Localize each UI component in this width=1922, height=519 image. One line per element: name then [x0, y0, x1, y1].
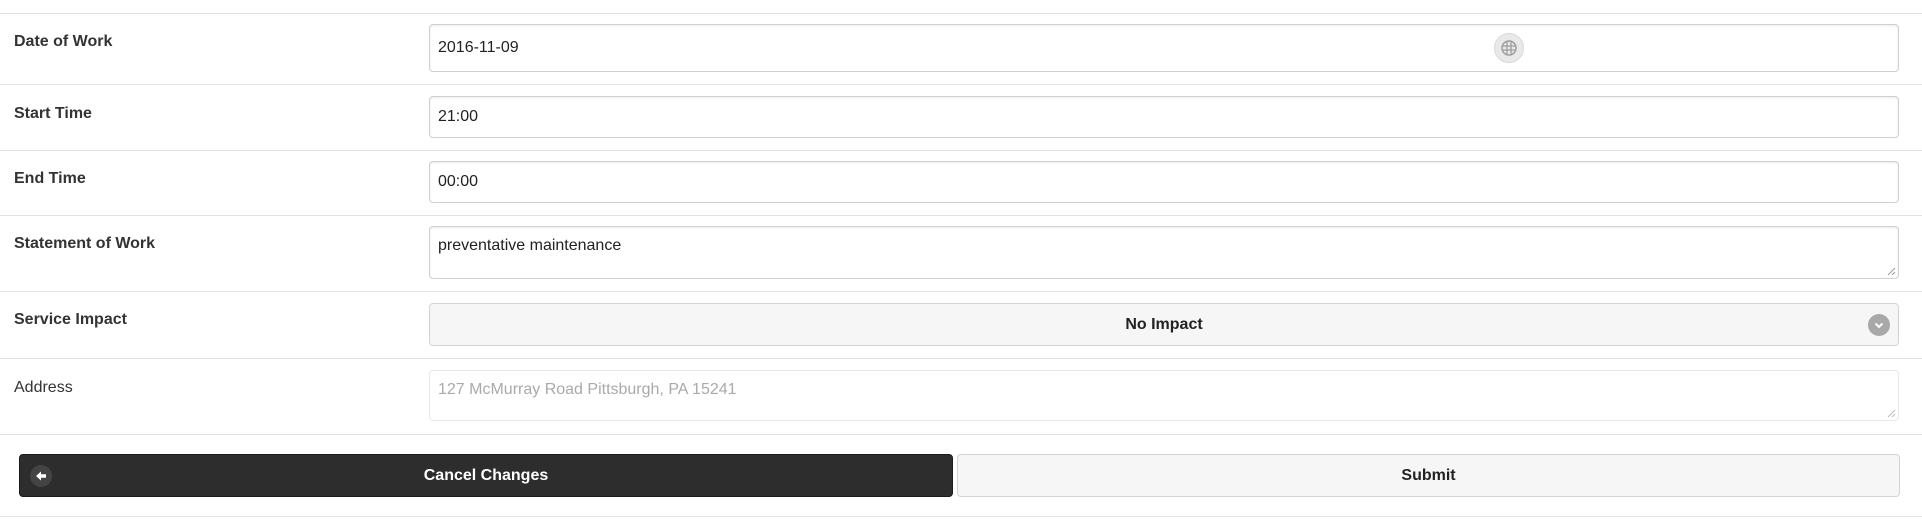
date-of-work-value: 2016-11-09: [438, 39, 519, 56]
start-time-label: Start Time: [14, 105, 92, 122]
statement-of-work-label: Statement of Work: [14, 235, 156, 252]
work-form: Date of Work 2016-11-09 Start Time 21:00…: [0, 0, 1922, 519]
start-time-value: 21:00: [438, 108, 479, 125]
end-time-value: 00:00: [438, 173, 479, 190]
statement-of-work-value: preventative maintenance: [438, 237, 622, 254]
service-impact-label: Service Impact: [14, 311, 127, 328]
date-of-work-input[interactable]: 2016-11-09: [429, 24, 1899, 72]
submit-label: Submit: [1401, 466, 1456, 484]
end-time-label: End Time: [14, 170, 86, 187]
divider: [0, 516, 1922, 517]
calendar-grid-icon[interactable]: [1494, 33, 1524, 63]
submit-button[interactable]: Submit: [957, 454, 1900, 497]
service-impact-select[interactable]: No Impact: [429, 303, 1899, 346]
chevron-down-icon: [1868, 314, 1890, 336]
row-address: Address 127 McMurray Road Pittsburgh, PA…: [0, 359, 1922, 435]
row-start-time: Start Time 21:00: [0, 85, 1922, 151]
row-end-time: End Time 00:00: [0, 151, 1922, 216]
cancel-changes-label: Cancel Changes: [423, 466, 549, 484]
row-date-of-work: Date of Work 2016-11-09: [0, 14, 1922, 85]
end-time-input[interactable]: 00:00: [429, 161, 1899, 203]
resize-grip-icon[interactable]: [1887, 267, 1896, 276]
address-textarea: 127 McMurray Road Pittsburgh, PA 15241: [429, 370, 1899, 421]
date-of-work-label: Date of Work: [14, 33, 113, 50]
statement-of-work-textarea[interactable]: preventative maintenance: [429, 226, 1899, 279]
address-placeholder: 127 McMurray Road Pittsburgh, PA 15241: [438, 381, 737, 398]
resize-grip-icon: [1887, 409, 1896, 418]
arrow-left-icon: [30, 465, 52, 487]
start-time-input[interactable]: 21:00: [429, 96, 1899, 138]
row-statement-of-work: Statement of Work preventative maintenan…: [0, 216, 1922, 292]
service-impact-value: No Impact: [1125, 315, 1203, 333]
cancel-changes-button[interactable]: Cancel Changes: [19, 454, 953, 497]
address-label: Address: [14, 379, 73, 396]
